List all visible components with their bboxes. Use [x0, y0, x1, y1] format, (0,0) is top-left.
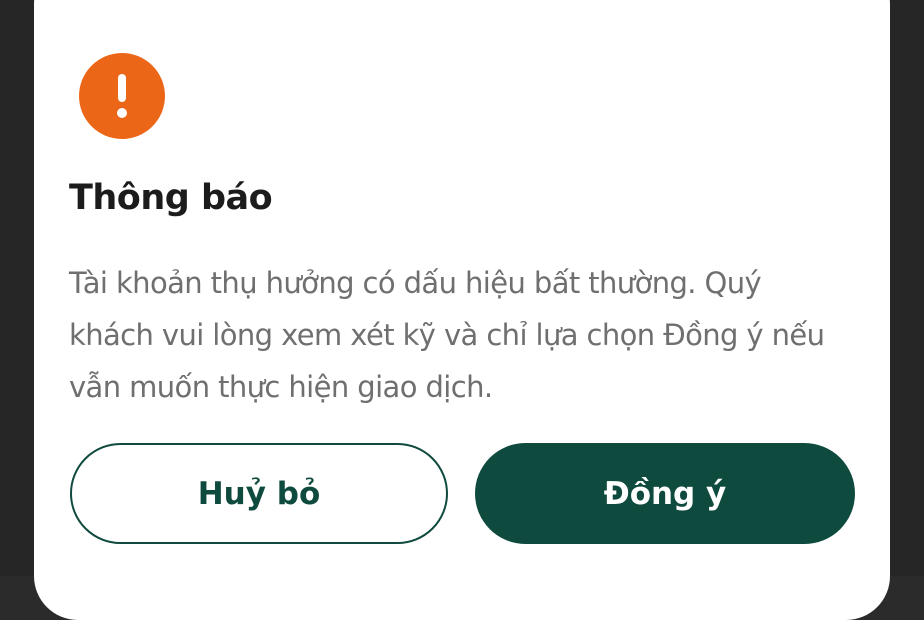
- exclamation-icon: [79, 53, 165, 139]
- dialog-title: Thông báo: [69, 178, 273, 218]
- confirm-button-label: Đồng ý: [603, 475, 727, 512]
- cancel-button-label: Huỷ bỏ: [197, 475, 321, 512]
- cancel-button[interactable]: Huỷ bỏ: [70, 443, 448, 544]
- dialog-message: Tài khoản thụ hưởng có dấu hiệu bất thườ…: [69, 266, 825, 404]
- confirm-button[interactable]: Đồng ý: [475, 443, 855, 544]
